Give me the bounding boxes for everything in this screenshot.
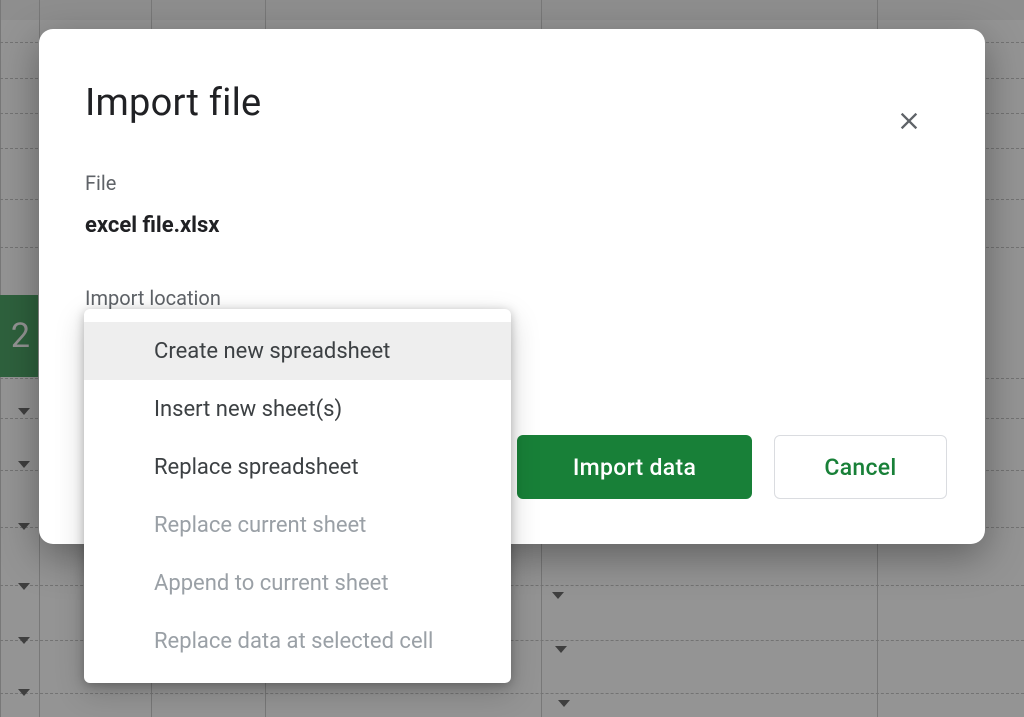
dropdown-option-label: Insert new sheet(s) bbox=[154, 397, 342, 422]
cancel-label: Cancel bbox=[824, 454, 896, 481]
dropdown-option[interactable]: Insert new sheet(s) bbox=[84, 380, 511, 438]
dropdown-option[interactable]: Create new spreadsheet bbox=[84, 322, 511, 380]
close-icon bbox=[895, 107, 923, 135]
dialog-title: Import file bbox=[85, 81, 927, 125]
import-data-button[interactable]: Import data bbox=[517, 435, 752, 499]
dropdown-option-label: Replace data at selected cell bbox=[154, 629, 433, 654]
cancel-button[interactable]: Cancel bbox=[774, 435, 947, 499]
dropdown-option-label: Replace spreadsheet bbox=[154, 455, 359, 480]
dropdown-option: Replace data at selected cell bbox=[84, 612, 511, 670]
dropdown-option-label: Append to current sheet bbox=[154, 571, 389, 596]
file-name: excel file.xlsx bbox=[85, 213, 927, 238]
import-location-dropdown[interactable]: Create new spreadsheet Insert new sheet(s… bbox=[84, 309, 511, 683]
dropdown-option[interactable]: Replace spreadsheet bbox=[84, 438, 511, 496]
dropdown-option-label: Replace current sheet bbox=[154, 513, 366, 538]
close-button[interactable] bbox=[889, 107, 929, 147]
dialog-buttons: Import data Cancel bbox=[517, 435, 947, 499]
dropdown-option-label: Create new spreadsheet bbox=[154, 339, 390, 364]
dropdown-option: Append to current sheet bbox=[84, 554, 511, 612]
file-label: File bbox=[85, 171, 927, 195]
import-location-label: Import location bbox=[85, 286, 927, 310]
dropdown-option: Replace current sheet bbox=[84, 496, 511, 554]
import-data-label: Import data bbox=[573, 454, 696, 481]
